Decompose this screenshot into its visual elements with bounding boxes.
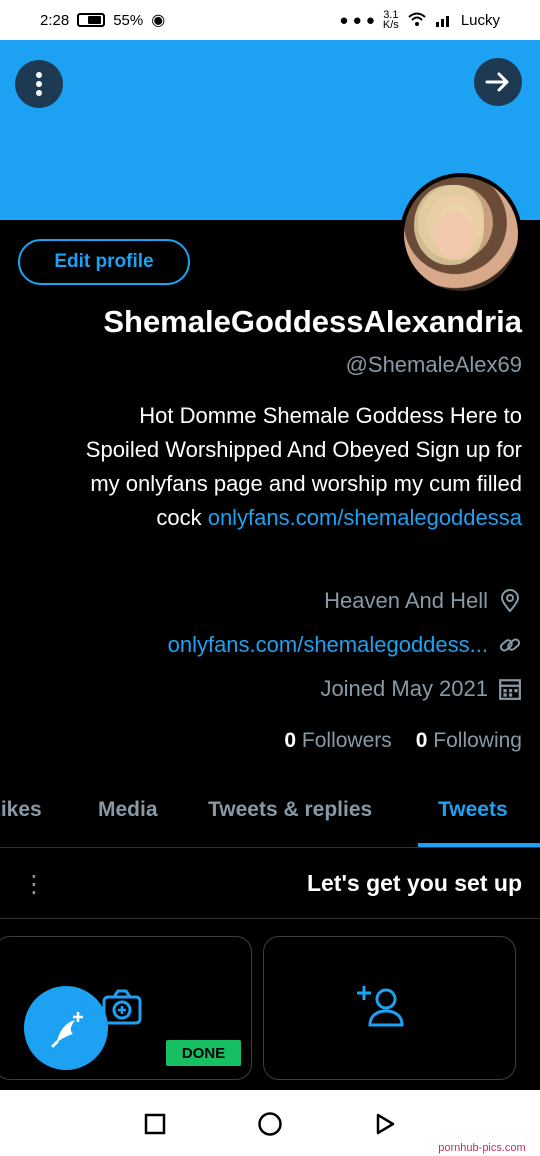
battery-level: 55% — [113, 11, 144, 29]
avatar[interactable] — [400, 173, 522, 295]
profile-tabs: Likes Media Tweets & replies Tweets — [0, 782, 540, 848]
carrier-name: Lucky — [460, 11, 500, 29]
location-row: Heaven And Hell — [324, 588, 522, 614]
clock: 2:28 — [40, 11, 70, 29]
arrow-right-icon — [485, 72, 509, 92]
tab-tweets-replies[interactable]: Tweets & replies — [208, 798, 372, 822]
followers-count: 0 — [284, 729, 297, 752]
battery-icon — [77, 13, 106, 27]
divider — [0, 918, 540, 919]
website-link[interactable]: onlyfans.com/shemalegoddess... — [168, 632, 488, 658]
add-photo-icon — [102, 989, 142, 1025]
add-user-icon — [357, 986, 404, 1027]
more-vertical-icon — [36, 72, 42, 96]
status-left: 2:28 55% ◉ — [40, 10, 165, 30]
following-stat[interactable]: 0 Following — [416, 729, 522, 753]
joined-date: Joined May 2021 — [320, 676, 488, 701]
website-row[interactable]: onlyfans.com/shemalegoddess... — [168, 632, 522, 658]
home-button[interactable] — [257, 1111, 283, 1137]
setup-more-icon[interactable]: ⋮ — [22, 870, 46, 899]
follow-stats: 0 Followers 0 Following — [284, 729, 522, 753]
avatar-face — [434, 211, 474, 259]
setup-card-follow[interactable] — [263, 936, 516, 1080]
bio-link[interactable]: onlyfans.com/shemalegoddessa — [208, 505, 522, 530]
tab-likes[interactable]: Likes — [0, 798, 42, 822]
profile-bio: Hot Domme Shemale Goddess Here to Spoile… — [62, 399, 522, 535]
location-text: Heaven And Hell — [324, 588, 488, 613]
display-name: ShemaleGoddessAlexandria — [103, 304, 522, 339]
speed-readout: 3.1 K/s — [382, 10, 399, 31]
navigate-button[interactable] — [474, 58, 522, 106]
more-options-button[interactable] — [15, 60, 63, 108]
watermark: pornhub-pics.com — [424, 1140, 540, 1156]
location-pin-icon — [500, 589, 520, 613]
active-tab-indicator — [418, 843, 540, 847]
setup-title: Let's get you set up — [306, 870, 522, 896]
done-badge: DONE — [166, 1040, 241, 1066]
wifi-icon — [408, 12, 426, 26]
recents-icon — [144, 1113, 166, 1135]
edit-profile-button[interactable]: Edit profile — [18, 239, 190, 285]
joined-row: Joined May 2021 — [320, 676, 522, 702]
compose-feather-icon — [51, 1012, 83, 1048]
recents-button[interactable] — [142, 1111, 168, 1137]
status-bar: 2:28 55% ◉ ● ● ● 3.1 K/s Lucky — [0, 0, 540, 40]
followers-stat[interactable]: 0 Followers — [284, 729, 391, 753]
calendar-icon — [499, 679, 521, 700]
signal-icon — [435, 16, 449, 27]
home-icon — [258, 1112, 282, 1136]
back-button[interactable] — [372, 1111, 398, 1137]
tab-tweets[interactable]: Tweets — [438, 798, 508, 822]
followers-label: Followers — [301, 729, 392, 752]
compose-tweet-button[interactable] — [24, 986, 108, 1070]
following-label: Following — [433, 729, 522, 752]
eye-icon: ◉ — [151, 12, 166, 29]
tab-media[interactable]: Media — [98, 798, 158, 822]
speed-unit: K/s — [382, 19, 399, 31]
user-handle: @ShemaleAlex69 — [345, 352, 522, 377]
link-icon — [499, 638, 521, 652]
status-right: ● ● ● 3.1 K/s Lucky — [339, 10, 500, 31]
following-count: 0 — [415, 729, 428, 752]
notification-icon: ● ● ● — [339, 11, 375, 29]
back-icon — [376, 1113, 395, 1135]
